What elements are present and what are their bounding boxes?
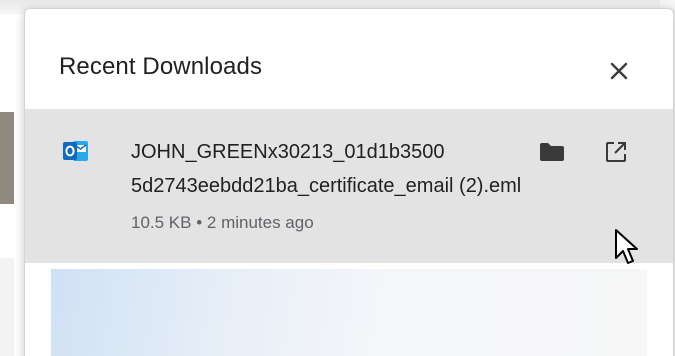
close-button[interactable] bbox=[597, 53, 641, 89]
mouse-cursor-icon bbox=[615, 229, 638, 264]
folder-icon bbox=[540, 143, 564, 161]
flyout-header: Recent Downloads bbox=[25, 9, 673, 109]
download-item[interactable]: JOHN_GREENx30213_01d1b3500 5d2743eebdd21… bbox=[25, 109, 673, 263]
show-in-folder-button[interactable] bbox=[535, 137, 569, 167]
file-name-line-1: JOHN_GREENx30213_01d1b3500 bbox=[131, 141, 445, 163]
downloads-flyout: Recent Downloads JOHN_GREENx30213_01d1b3… bbox=[24, 8, 674, 356]
outlook-icon bbox=[63, 141, 88, 161]
background-page-left-strip bbox=[0, 112, 14, 204]
background-page-left-lower bbox=[0, 258, 14, 356]
open-file-button[interactable] bbox=[599, 137, 633, 167]
flyout-title: Recent Downloads bbox=[59, 53, 263, 80]
open-external-icon bbox=[606, 142, 626, 162]
next-download-item-preview bbox=[51, 269, 647, 356]
file-name-line-2: 5d2743eebdd21ba_certificate_email (2).em… bbox=[131, 175, 522, 197]
file-meta: 10.5 KB • 2 minutes ago bbox=[131, 213, 314, 232]
screen: Recent Downloads JOHN_GREENx30213_01d1b3… bbox=[0, 0, 675, 356]
close-icon bbox=[610, 62, 628, 80]
